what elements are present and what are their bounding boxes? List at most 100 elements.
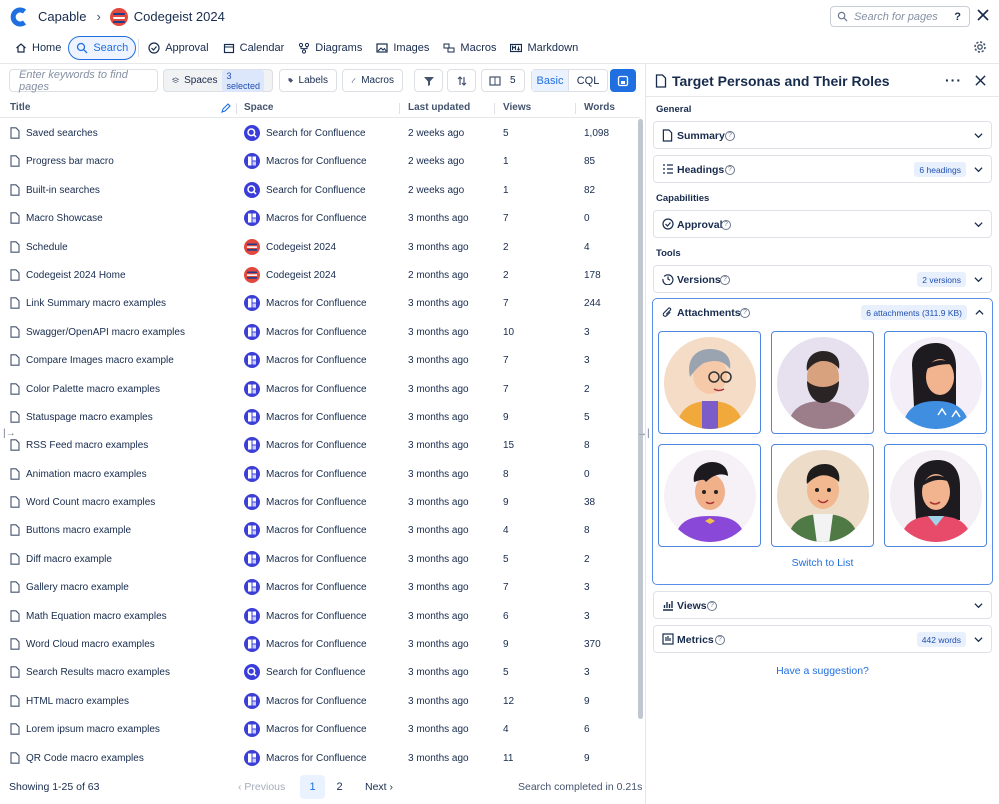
attachment-thumbnail[interactable]	[884, 331, 987, 434]
row-title[interactable]: Search Results macro examples	[26, 667, 170, 678]
collapse-panel-icon[interactable]: →|	[637, 428, 650, 441]
column-updated[interactable]: Last updated	[408, 102, 470, 113]
mode-cql-button[interactable]: CQL	[569, 70, 607, 91]
help-icon[interactable]: ?	[721, 220, 731, 230]
row-space[interactable]: Macros for Confluence	[266, 384, 367, 395]
row-title[interactable]: Codegeist 2024 Home	[26, 270, 126, 281]
suggestion-link[interactable]: Have a suggestion?	[653, 665, 992, 677]
row-space[interactable]: Macros for Confluence	[266, 156, 367, 167]
mode-basic-button[interactable]: Basic	[532, 70, 569, 91]
nav-home[interactable]: Home	[8, 36, 68, 60]
row-space[interactable]: Macros for Confluence	[266, 412, 367, 423]
save-search-button[interactable]	[610, 69, 636, 92]
nav-images[interactable]: Images	[369, 36, 436, 60]
previous-page-button[interactable]: ‹ Previous	[238, 781, 285, 793]
expand-left-icon[interactable]: |→	[3, 428, 16, 441]
row-space[interactable]: Macros for Confluence	[266, 696, 367, 707]
row-title[interactable]: QR Code macro examples	[26, 753, 144, 764]
row-space[interactable]: Search for Confluence	[266, 667, 366, 678]
row-space[interactable]: Macros for Confluence	[266, 497, 367, 508]
metrics-accordion[interactable]: Metrics ? 442 words	[653, 625, 992, 653]
table-row[interactable]: HTML macro examples Macros for Confluence…	[0, 687, 636, 715]
table-row[interactable]: Math Equation macro examples Macros for C…	[0, 602, 636, 630]
switch-to-list-link[interactable]: Switch to List	[653, 557, 992, 569]
table-row[interactable]: Gallery macro example Macros for Confluen…	[0, 573, 636, 601]
table-row[interactable]: Saved searches Search for Confluence 2 wee…	[0, 119, 636, 147]
row-title[interactable]: Word Cloud macro examples	[26, 639, 155, 650]
table-row[interactable]: Schedule Codegeist 2024 3 months ago 2 4	[0, 233, 636, 261]
row-title[interactable]: RSS Feed macro examples	[26, 440, 148, 451]
filter-button[interactable]	[414, 69, 443, 92]
row-space[interactable]: Search for Confluence	[266, 185, 366, 196]
row-space[interactable]: Macros for Confluence	[266, 440, 367, 451]
close-icon[interactable]	[977, 9, 989, 21]
views-accordion[interactable]: Views ?	[653, 591, 992, 619]
attachment-thumbnail[interactable]	[771, 444, 874, 547]
row-title[interactable]: Color Palette macro examples	[26, 384, 160, 395]
attachment-thumbnail[interactable]	[884, 444, 987, 547]
column-space[interactable]: Space	[244, 102, 273, 113]
nav-search[interactable]: Search	[68, 36, 137, 60]
keyword-input[interactable]: Enter keywords to find pages	[9, 69, 158, 93]
attachments-label[interactable]: Attachments	[677, 307, 741, 319]
attachment-thumbnail[interactable]	[658, 331, 761, 434]
row-title[interactable]: Link Summary macro examples	[26, 298, 166, 309]
table-row[interactable]: Color Palette macro examples Macros for C…	[0, 375, 636, 403]
gear-icon[interactable]	[973, 40, 987, 54]
row-title[interactable]: Schedule	[26, 242, 68, 253]
attachment-thumbnail[interactable]	[658, 444, 761, 547]
row-space[interactable]: Macros for Confluence	[266, 213, 367, 224]
next-page-button[interactable]: Next ›	[365, 781, 393, 793]
nav-markdown[interactable]: Markdown	[503, 36, 585, 60]
breadcrumb-app[interactable]: Capable	[38, 9, 86, 24]
table-row[interactable]: Compare Images macro example Macros for C…	[0, 346, 636, 374]
table-row[interactable]: Statuspage macro examples Macros for Conf…	[0, 403, 636, 431]
table-row[interactable]: Word Count macro examples Macros for Conf…	[0, 488, 636, 516]
table-row[interactable]: QR Code macro examples Macros for Conflue…	[0, 744, 636, 772]
macros-filter-button[interactable]: Macros	[342, 69, 403, 92]
columns-button[interactable]: 5	[481, 69, 525, 92]
row-title[interactable]: Lorem ipsum macro examples	[26, 724, 160, 735]
help-icon[interactable]: ?	[740, 308, 750, 318]
row-title[interactable]: Statuspage macro examples	[26, 412, 153, 423]
row-space[interactable]: Macros for Confluence	[266, 753, 367, 764]
row-title[interactable]: Progress bar macro	[26, 156, 114, 167]
nav-macros[interactable]: Macros	[436, 36, 503, 60]
column-views[interactable]: Views	[503, 102, 531, 113]
table-row[interactable]: Search Results macro examples Search for …	[0, 658, 636, 686]
row-space[interactable]: Macros for Confluence	[266, 525, 367, 536]
capable-logo-icon[interactable]	[10, 7, 30, 27]
table-row[interactable]: Diff macro example Macros for Confluence 3…	[0, 545, 636, 573]
headings-accordion[interactable]: Headings ? 6 headings	[653, 155, 992, 183]
sort-button[interactable]	[447, 69, 476, 92]
table-row[interactable]: Buttons macro example Macros for Confluen…	[0, 516, 636, 544]
page-1-button[interactable]: 1	[300, 775, 325, 799]
help-icon[interactable]: ?	[707, 601, 717, 611]
table-row[interactable]: Built-in searches Search for Confluence 2 …	[0, 176, 636, 204]
row-title[interactable]: Gallery macro example	[26, 582, 129, 593]
versions-accordion[interactable]: Versions ? 2 versions	[653, 265, 992, 293]
row-title[interactable]: Buttons macro example	[26, 525, 131, 536]
help-icon[interactable]: ?	[720, 275, 730, 285]
edit-pencil-icon[interactable]	[221, 103, 231, 113]
row-title[interactable]: Math Equation macro examples	[26, 611, 167, 622]
help-icon[interactable]: ?	[725, 131, 735, 141]
attachment-thumbnail[interactable]	[771, 331, 874, 434]
close-panel-icon[interactable]	[975, 75, 986, 86]
row-space[interactable]: Macros for Confluence	[266, 327, 367, 338]
table-row[interactable]: Swagger/OpenAPI macro examples Macros for…	[0, 318, 636, 346]
table-row[interactable]: Codegeist 2024 Home Codegeist 2024 2 month…	[0, 261, 636, 289]
row-space[interactable]: Macros for Confluence	[266, 298, 367, 309]
top-search-input[interactable]: Search for pages ?	[830, 6, 970, 27]
row-space[interactable]: Codegeist 2024	[266, 270, 336, 281]
row-title[interactable]: Word Count macro examples	[26, 497, 155, 508]
table-row[interactable]: Macro Showcase Macros for Confluence 3 mon…	[0, 204, 636, 232]
row-title[interactable]: Diff macro example	[26, 554, 112, 565]
summary-accordion[interactable]: Summary ?	[653, 121, 992, 149]
more-actions-icon[interactable]: ···	[945, 72, 962, 88]
row-title[interactable]: HTML macro examples	[26, 696, 129, 707]
spaces-filter-button[interactable]: Spaces 3 selected	[163, 69, 273, 92]
column-title[interactable]: Title	[10, 102, 30, 113]
row-space[interactable]: Macros for Confluence	[266, 639, 367, 650]
table-row[interactable]: RSS Feed macro examples Macros for Conflu…	[0, 431, 636, 459]
